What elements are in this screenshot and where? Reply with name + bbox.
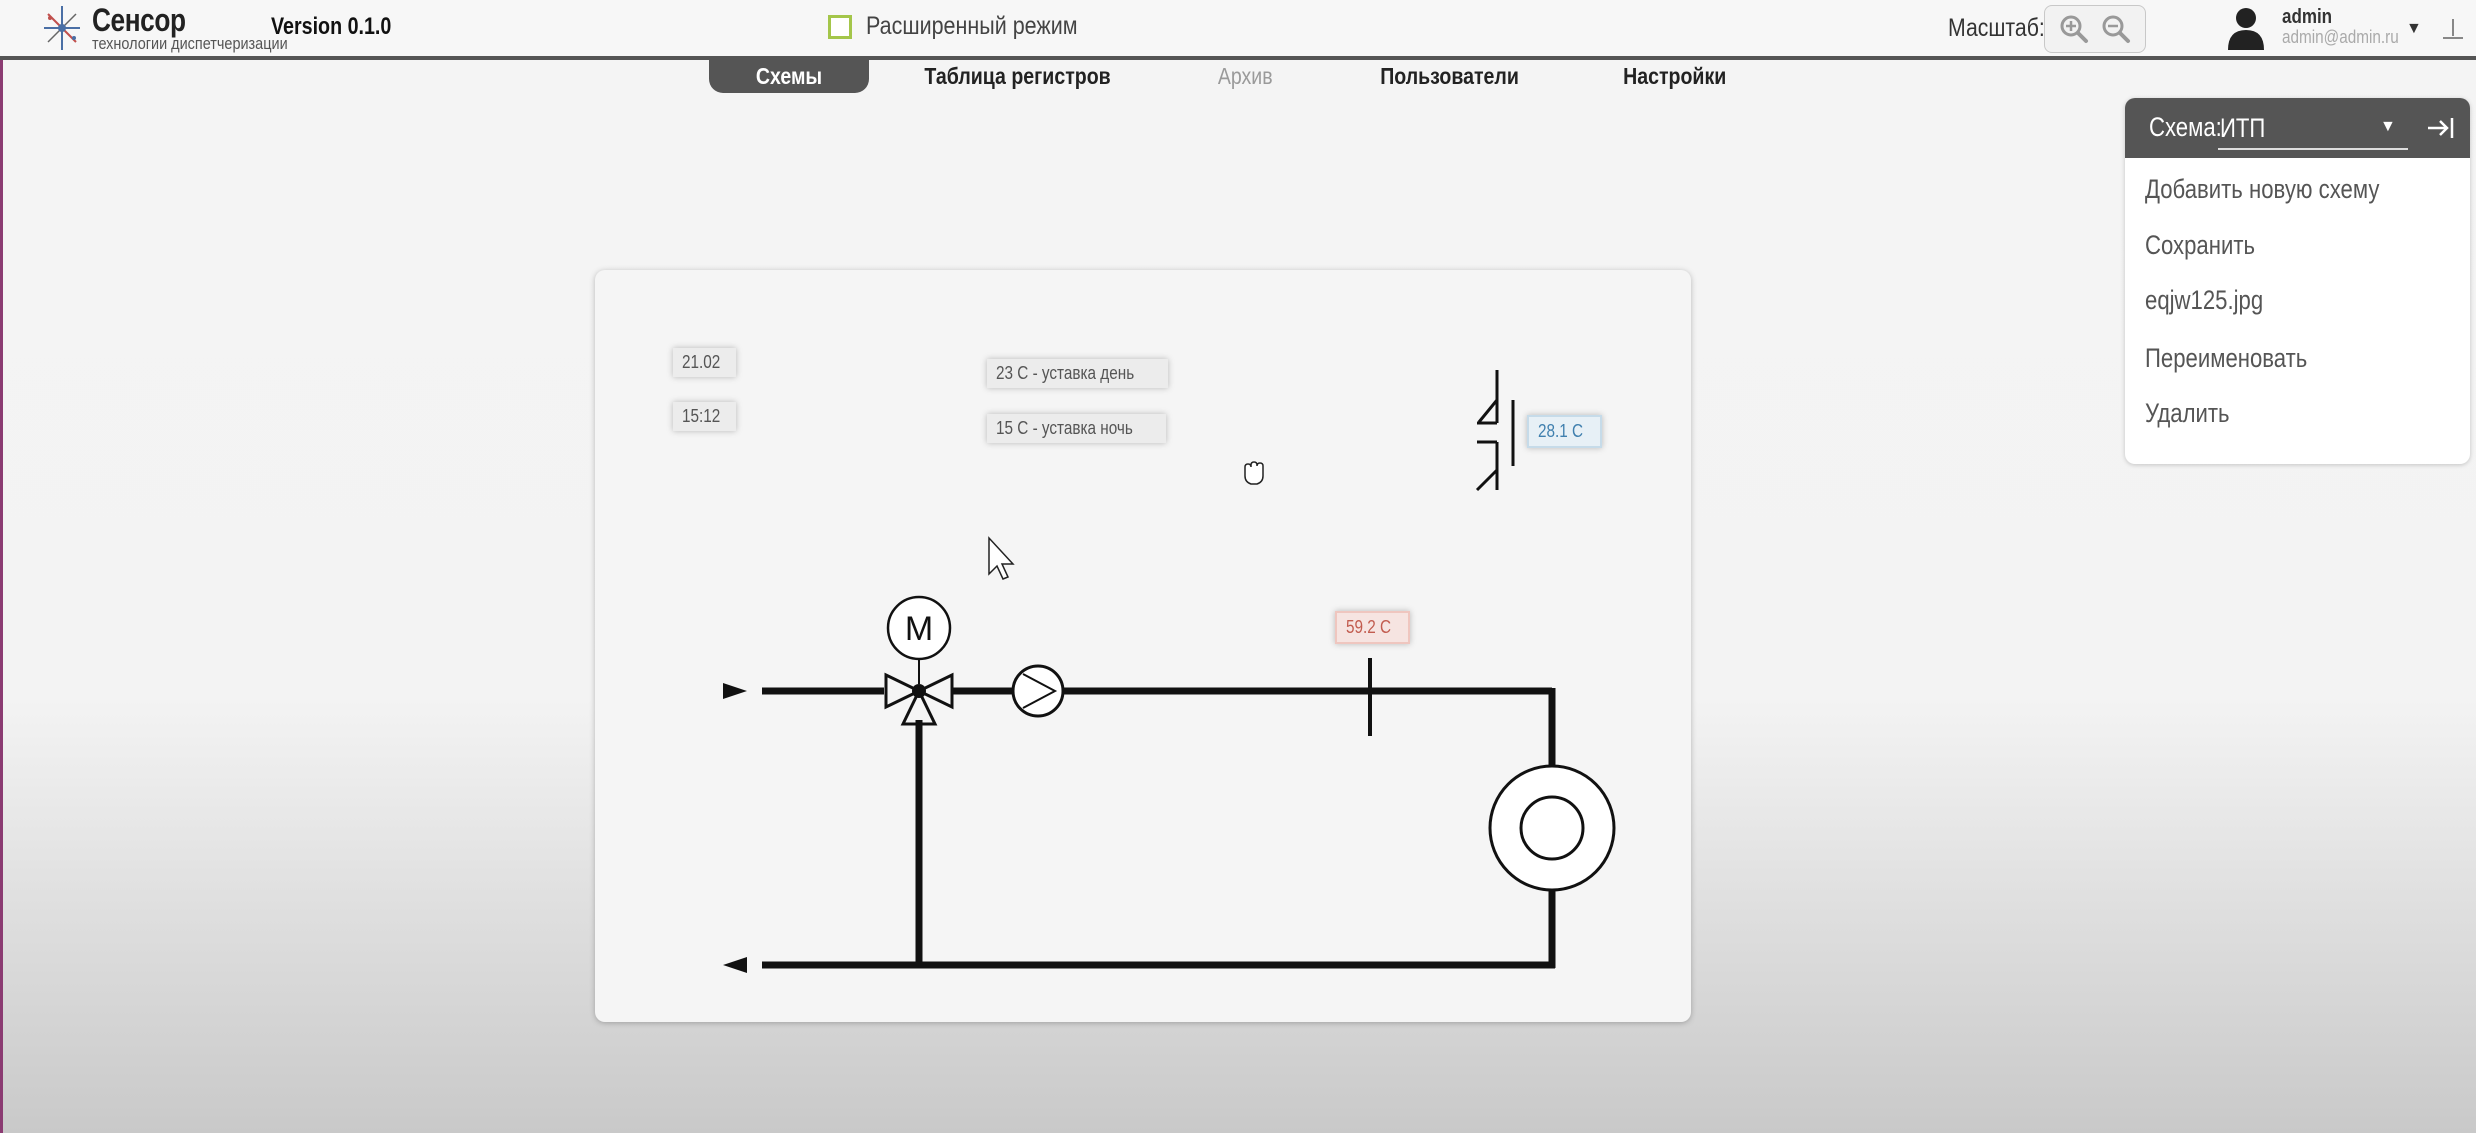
date-display: 21.02: [673, 348, 737, 377]
motor-label: M: [905, 610, 933, 648]
collapse-panel-icon[interactable]: [2425, 114, 2455, 142]
zoom-in-button[interactable]: [2057, 12, 2091, 46]
three-way-valve-icon: [884, 654, 954, 726]
add-scheme-menu-item[interactable]: Добавить новую схему: [2145, 174, 2379, 205]
user-email: admin@admin.ru: [2282, 27, 2399, 47]
scheme-select-label: Схема:: [2149, 112, 2222, 142]
zoom-out-button[interactable]: [2099, 12, 2133, 46]
hand-cursor-icon: [1244, 461, 1264, 485]
setpoint-night-tag[interactable]: 15 С - уставка ночь: [987, 414, 1167, 443]
scheme-panel: Схема: ИТП ▼ Добавить новую схему Сохран…: [2125, 98, 2470, 464]
rename-menu-item[interactable]: Переименовать: [2145, 343, 2307, 374]
logout-icon[interactable]: [2440, 16, 2466, 42]
advanced-mode-checkbox[interactable]: [828, 14, 852, 39]
chevron-down-icon: ▼: [2380, 118, 2396, 135]
window-edge: [0, 0, 3, 1133]
user-menu-caret-icon[interactable]: ▼: [2406, 20, 2422, 38]
background-file-menu-item[interactable]: eqjw125.jpg: [2145, 285, 2263, 316]
supply-temp-tag[interactable]: 59.2 С: [1335, 611, 1411, 644]
user-avatar-icon[interactable]: [2226, 6, 2266, 50]
zoom-out-icon: [2102, 15, 2130, 43]
pump-icon: [1011, 664, 1065, 718]
app-version: Version 0.1.0: [271, 13, 392, 40]
outdoor-temp-tag[interactable]: 28.1 С: [1527, 415, 1603, 448]
scale-label: Масштаб:: [1948, 14, 2045, 42]
delete-menu-item[interactable]: Удалить: [2145, 398, 2230, 429]
supply-arrow-icon: [723, 683, 747, 699]
save-menu-item[interactable]: Сохранить: [2145, 230, 2255, 261]
tab-settings[interactable]: Настройки: [1615, 60, 1735, 93]
advanced-mode-label: Расширенный режим: [866, 12, 1078, 40]
scheme-select-value: ИТП: [2220, 113, 2266, 143]
scheme-canvas[interactable]: M 21.02 15:12 23 С - уставка день 15 С -…: [595, 270, 1691, 1022]
outdoor-sensor-icon: [1475, 370, 1515, 492]
tab-users[interactable]: Пользователи: [1381, 60, 1520, 93]
tab-register-table[interactable]: Таблица регистров: [924, 60, 1110, 93]
tab-archive[interactable]: Архив: [1200, 60, 1290, 93]
pointer-cursor-icon: [988, 536, 1015, 580]
user-name[interactable]: admin: [2282, 6, 2332, 29]
zoom-in-icon: [2060, 15, 2088, 43]
return-arrow-icon: [723, 957, 747, 973]
zoom-controls: [2044, 5, 2146, 53]
advanced-mode-toggle[interactable]: Расширенный режим: [828, 12, 1112, 41]
scheme-select[interactable]: ИТП ▼: [2218, 108, 2408, 150]
tab-schemes[interactable]: Схемы: [709, 60, 869, 93]
setpoint-day-tag[interactable]: 23 С - уставка день: [987, 359, 1168, 388]
sensor-logo-icon: [44, 6, 80, 50]
time-display: 15:12: [673, 402, 737, 431]
brand-subtitle: технологии диспетчеризации: [92, 34, 288, 53]
scheme-panel-header: Схема: ИТП ▼: [2125, 98, 2470, 158]
heat-exchanger-icon: [1488, 764, 1616, 892]
top-bar: Сенсор технологии диспетчеризации Versio…: [0, 0, 2476, 56]
